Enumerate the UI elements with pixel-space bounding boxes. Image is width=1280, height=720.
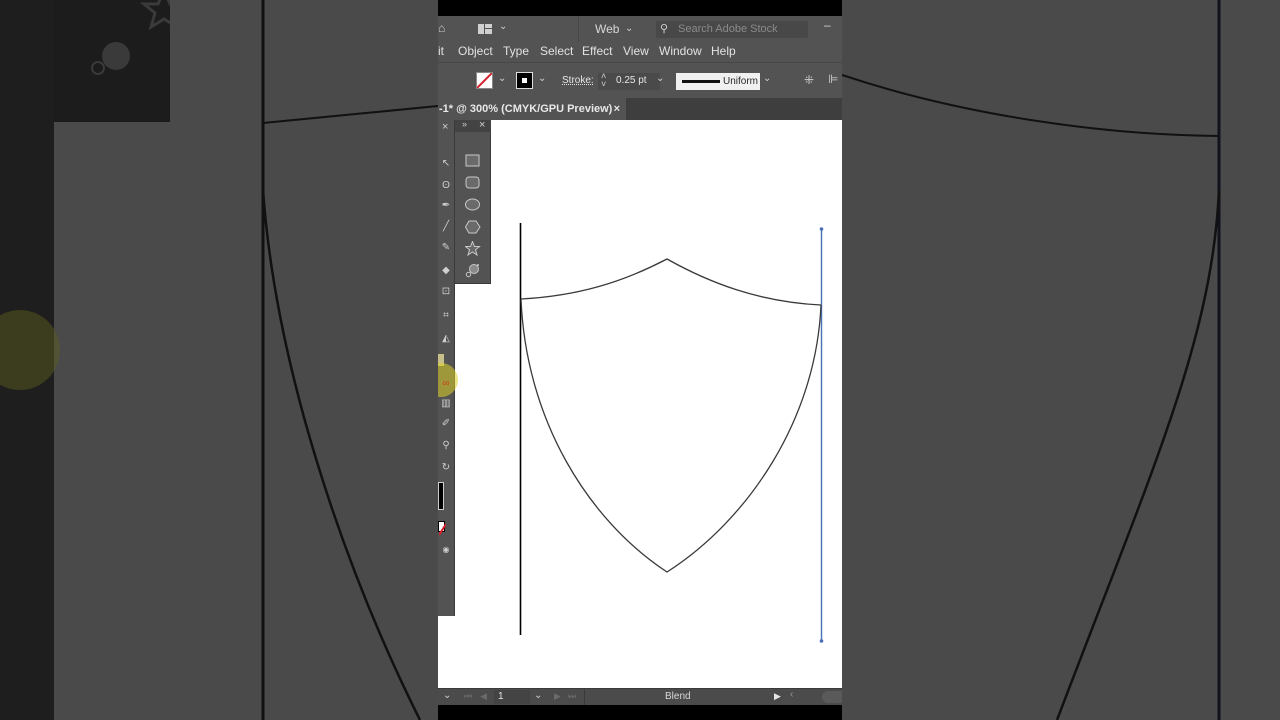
document-tab[interactable]: -1* @ 300% (CMYK/GPU Preview) × bbox=[438, 98, 626, 120]
status-bar: ⌄ ⏮ ◀ 1 ⌄ ▶ ⏭ Blend ▶ ‹ bbox=[438, 688, 842, 705]
workspace-chevron-icon[interactable]: ⌄ bbox=[625, 23, 633, 34]
status-menu-play-icon[interactable]: ▶ bbox=[774, 691, 781, 702]
none-swatch-icon[interactable] bbox=[438, 521, 447, 536]
shape-tools-panel: » × bbox=[455, 119, 491, 284]
background-right-blur bbox=[842, 0, 1280, 720]
next-artboard-icon[interactable]: ▶ bbox=[554, 691, 561, 702]
rectangle-tool-icon[interactable] bbox=[465, 154, 481, 168]
document-tab-bar: -1* @ 300% (CMYK/GPU Preview) × bbox=[438, 98, 842, 120]
first-artboard-icon[interactable]: ⏮ bbox=[464, 691, 472, 702]
rotate-view-icon[interactable]: ↻ bbox=[440, 462, 452, 474]
pencil-tool-icon[interactable]: ✎ bbox=[440, 242, 452, 254]
shape-panel-header[interactable]: » × bbox=[455, 119, 491, 132]
fill-none-swatch[interactable] bbox=[476, 72, 493, 89]
zoom-dropdown-chevron-icon[interactable]: ⌄ bbox=[443, 690, 451, 701]
shield-body[interactable] bbox=[520, 298, 822, 573]
close-panel-icon[interactable]: × bbox=[479, 119, 485, 131]
eyedropper-tool-icon[interactable]: ✐ bbox=[440, 418, 452, 430]
background-left-strokes bbox=[261, 0, 438, 720]
menu-help[interactable]: Help bbox=[711, 44, 736, 58]
adobe-stock-search-input[interactable]: ⚲ Search Adobe Stock bbox=[656, 21, 808, 38]
line-tool-icon[interactable]: ╱ bbox=[440, 221, 452, 233]
arrange-documents-icon[interactable] bbox=[478, 23, 492, 34]
current-tool-label: Blend bbox=[665, 691, 691, 702]
selection-tool-icon[interactable]: ↖ bbox=[440, 158, 452, 170]
search-placeholder: Search Adobe Stock bbox=[678, 23, 778, 35]
profile-label: Uniform bbox=[723, 76, 759, 87]
stroke-color-chevron-icon[interactable]: ⌄ bbox=[538, 73, 546, 84]
star-tool-icon[interactable] bbox=[465, 241, 481, 256]
stroke-color-swatch[interactable] bbox=[516, 72, 533, 89]
polygon-tool-icon[interactable] bbox=[465, 220, 481, 234]
last-artboard-icon[interactable]: ⏭ bbox=[568, 691, 576, 702]
transform-icon[interactable]: ⊫ bbox=[828, 72, 838, 86]
stroke-weight-field[interactable]: ˄ ˅ 0.25 pt bbox=[598, 72, 660, 90]
menu-bar: it Object Type Select Effect View Window… bbox=[438, 42, 842, 62]
collapse-panel-icon[interactable]: » bbox=[462, 119, 467, 129]
menu-edit[interactable]: it bbox=[438, 44, 444, 58]
screen: ⌂ ⌄ Web ⌄ ⚲ Search Adobe Stock – it Obje… bbox=[0, 0, 1280, 720]
menu-effect[interactable]: Effect bbox=[582, 44, 612, 58]
flare-tool-icon[interactable] bbox=[465, 263, 481, 278]
workspace-switcher[interactable]: Web bbox=[595, 22, 619, 36]
lasso-tool-icon[interactable]: ʘ bbox=[440, 180, 452, 192]
pen-tool-icon[interactable]: ✒ bbox=[440, 200, 452, 212]
background-right-strokes bbox=[842, 0, 1221, 720]
shield-top-edge[interactable] bbox=[520, 258, 822, 306]
profile-line-preview bbox=[682, 80, 720, 83]
tools-panel: × ↖ ʘ ✒ ╱ ✎ ◆ ⊡ ⌗ ◭ ∞ ▥ ✐ ⚲ ↻ ◉ bbox=[438, 120, 458, 616]
anchor-point-top[interactable] bbox=[819, 227, 824, 231]
menu-type[interactable]: Type bbox=[503, 44, 529, 58]
profile-chevron-icon[interactable]: ⌄ bbox=[763, 73, 771, 84]
draw-mode-icon[interactable]: ◉ bbox=[440, 544, 452, 556]
video-letterbox-bottom bbox=[438, 705, 842, 720]
artboard-number-field[interactable]: 1 bbox=[494, 690, 530, 704]
fill-none-icon bbox=[476, 72, 493, 89]
menu-select[interactable]: Select bbox=[540, 44, 573, 58]
menu-object[interactable]: Object bbox=[458, 44, 493, 58]
ellipse-tool-icon[interactable] bbox=[465, 198, 481, 212]
fill-dropdown-chevron-icon[interactable]: ⌄ bbox=[498, 73, 506, 84]
control-bar: ⌄ ⌄ Stroke: ˄ ˅ 0.25 pt ⌄ Uniform ⌄ ⁜ ⊫ bbox=[438, 62, 842, 98]
background-left-blur bbox=[0, 0, 438, 720]
stroke-decrement-icon[interactable]: ˅ bbox=[601, 80, 606, 89]
stroke-weight-value: 0.25 pt bbox=[616, 75, 647, 86]
stroke-swatch-inner bbox=[522, 78, 527, 83]
column-graph-tool-icon[interactable]: ▥ bbox=[440, 398, 452, 410]
video-letterbox-top bbox=[438, 0, 842, 16]
stroke-weight-chevron-icon[interactable]: ⌄ bbox=[656, 73, 664, 84]
variable-width-profile[interactable]: Uniform bbox=[676, 73, 760, 90]
fill-stroke-indicator[interactable] bbox=[438, 482, 444, 510]
artboard-tool-icon[interactable]: ⌗ bbox=[440, 310, 452, 322]
search-icon: ⚲ bbox=[660, 23, 669, 35]
artwork[interactable] bbox=[438, 120, 842, 688]
stroke-label[interactable]: Stroke: bbox=[562, 75, 594, 86]
free-transform-tool-icon[interactable]: ⊡ bbox=[440, 286, 452, 298]
close-document-icon[interactable]: × bbox=[614, 98, 620, 120]
arrange-dropdown-chevron-icon[interactable]: ⌄ bbox=[499, 21, 507, 32]
divider bbox=[584, 689, 585, 705]
divider bbox=[578, 16, 579, 42]
blend-tool-icon[interactable]: ∞ bbox=[440, 378, 452, 390]
rounded-rectangle-tool-icon[interactable] bbox=[465, 176, 481, 190]
minimize-button[interactable]: – bbox=[824, 18, 831, 32]
anchor-point-bottom[interactable] bbox=[819, 639, 824, 643]
canvas-artboard[interactable] bbox=[438, 120, 842, 688]
horizontal-scrollbar-thumb[interactable] bbox=[822, 691, 842, 703]
align-grid-icon[interactable]: ⁜ bbox=[804, 73, 814, 87]
document-tab-title: -1* @ 300% (CMYK/GPU Preview) bbox=[439, 103, 613, 115]
zoom-tool-icon[interactable]: ⚲ bbox=[440, 440, 452, 452]
eraser-tool-icon[interactable]: ◆ bbox=[440, 265, 452, 277]
menu-window[interactable]: Window bbox=[659, 44, 702, 58]
previous-artboard-icon[interactable]: ◀ bbox=[480, 691, 487, 702]
home-icon[interactable]: ⌂ bbox=[438, 21, 445, 35]
artboard-number: 1 bbox=[498, 691, 504, 702]
scroll-left-icon[interactable]: ‹ bbox=[790, 689, 793, 700]
menu-view[interactable]: View bbox=[623, 44, 649, 58]
illustrator-window: ⌂ ⌄ Web ⌄ ⚲ Search Adobe Stock – it Obje… bbox=[438, 0, 842, 720]
tools-panel-close-icon[interactable]: × bbox=[442, 121, 448, 133]
application-bar: ⌂ ⌄ Web ⌄ ⚲ Search Adobe Stock – bbox=[438, 16, 842, 42]
mesh-tool-icon[interactable]: ◭ bbox=[440, 333, 452, 345]
artboard-chevron-icon[interactable]: ⌄ bbox=[534, 690, 542, 701]
